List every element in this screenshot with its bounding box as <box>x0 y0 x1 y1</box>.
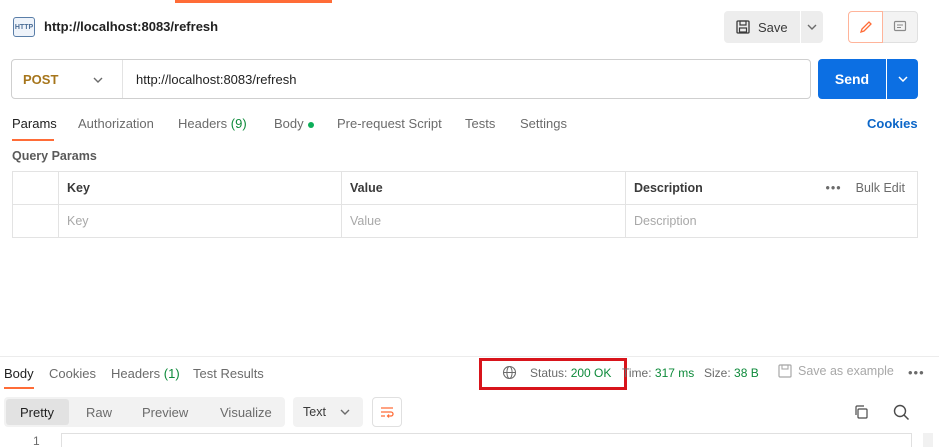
copy-icon[interactable] <box>853 404 869 423</box>
response-body-editor[interactable] <box>61 433 912 447</box>
bulk-edit-button[interactable]: ••• Bulk Edit <box>826 181 917 195</box>
save-button-label: Save <box>758 19 788 35</box>
format-select[interactable]: Text <box>293 397 363 427</box>
wrap-lines-icon <box>381 407 394 418</box>
response-tab-cookies[interactable]: Cookies <box>49 366 96 381</box>
tab-body[interactable]: Body <box>274 116 314 131</box>
send-button[interactable]: Send <box>818 59 886 99</box>
chevron-down-icon[interactable] <box>93 71 103 86</box>
response-size[interactable]: Size: 38 B <box>704 366 759 380</box>
column-header-value: Value <box>341 171 626 205</box>
table-row: Key Value Description <box>12 204 918 238</box>
search-icon[interactable] <box>893 404 910 424</box>
format-select-value: Text <box>303 405 326 419</box>
response-tab-test-results[interactable]: Test Results <box>193 366 264 381</box>
view-mode-visualize[interactable]: Visualize <box>220 405 272 420</box>
save-button[interactable]: Save <box>724 11 800 43</box>
comments-button[interactable] <box>883 11 918 43</box>
comment-icon <box>893 20 907 32</box>
response-tab-underline <box>4 387 34 389</box>
size-label: Size: <box>704 366 731 380</box>
more-options-icon[interactable]: ••• <box>908 365 925 380</box>
url-input[interactable]: http://localhost:8083/refresh <box>136 72 296 87</box>
tab-tests[interactable]: Tests <box>465 116 495 131</box>
response-tab-headers-count: (1) <box>163 366 180 381</box>
key-input[interactable]: Key <box>58 204 342 238</box>
size-value: 38 B <box>734 366 759 380</box>
column-header-description-label: Description <box>634 181 703 195</box>
table-header-row: Key Value Description ••• Bulk Edit <box>12 171 918 205</box>
request-title[interactable]: http://localhost:8083/refresh <box>44 19 218 34</box>
response-time[interactable]: Time: 317 ms <box>622 366 694 380</box>
save-options-button[interactable] <box>801 11 823 43</box>
active-tab-indicator <box>175 0 332 3</box>
status-highlight-box <box>479 358 627 390</box>
pencil-icon <box>859 21 872 34</box>
tab-pre-request-script[interactable]: Pre-request Script <box>337 116 442 131</box>
bulk-edit-label: Bulk Edit <box>855 181 905 195</box>
response-tab-headers-label: Headers <box>111 366 161 381</box>
time-value: 317 ms <box>654 366 695 380</box>
url-bar <box>11 59 811 99</box>
column-header-key: Key <box>58 171 342 205</box>
save-icon <box>736 20 750 34</box>
query-params-table: Key Value Description ••• Bulk Edit Key V… <box>12 171 918 238</box>
chevron-down-icon <box>807 24 817 30</box>
edit-button[interactable] <box>848 11 883 43</box>
word-wrap-button[interactable] <box>372 397 402 427</box>
tab-headers[interactable]: Headers (9) <box>178 116 247 131</box>
row-checkbox-cell <box>12 204 59 238</box>
column-header-description: Description ••• Bulk Edit <box>625 171 918 205</box>
save-as-example-button[interactable]: Save as example <box>778 364 894 378</box>
http-method-select[interactable]: POST <box>23 72 58 87</box>
view-mode-preview[interactable]: Preview <box>142 405 188 420</box>
http-request-icon: HTTP <box>13 17 35 37</box>
chevron-down-icon <box>340 409 350 415</box>
view-mode-pretty[interactable]: Pretty <box>20 405 54 420</box>
view-mode-raw[interactable]: Raw <box>86 405 112 420</box>
value-input[interactable]: Value <box>341 204 626 238</box>
response-tab-body[interactable]: Body <box>4 366 34 381</box>
response-divider <box>0 356 939 357</box>
tab-headers-label: Headers <box>178 116 228 131</box>
body-indicator-dot <box>307 121 314 128</box>
tab-settings[interactable]: Settings <box>520 116 567 131</box>
send-options-button[interactable] <box>887 59 918 99</box>
time-label: Time: <box>622 366 652 380</box>
cookies-link[interactable]: Cookies <box>867 116 918 131</box>
line-number: 1 <box>33 434 40 447</box>
tab-params[interactable]: Params <box>12 116 57 131</box>
query-params-title: Query Params <box>12 149 97 163</box>
more-options-icon[interactable]: ••• <box>826 181 842 195</box>
tab-authorization[interactable]: Authorization <box>78 116 154 131</box>
tab-body-label: Body <box>274 116 304 131</box>
url-divider <box>122 60 123 98</box>
tab-active-underline <box>12 139 54 141</box>
chevron-down-icon <box>897 76 908 82</box>
http-icon-label: HTTP <box>14 23 34 31</box>
response-tab-headers[interactable]: Headers (1) <box>111 366 180 381</box>
save-as-example-label: Save as example <box>798 364 894 378</box>
description-input[interactable]: Description <box>625 204 918 238</box>
tab-headers-count: (9) <box>230 116 247 131</box>
editor-scrollbar[interactable] <box>923 433 933 447</box>
checkbox-column-header <box>12 171 59 205</box>
save-icon <box>778 364 792 378</box>
